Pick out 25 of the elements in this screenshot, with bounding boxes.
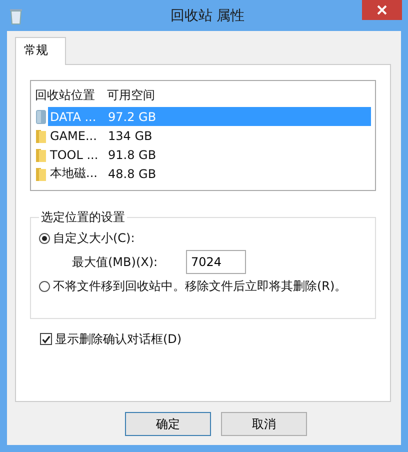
column-header[interactable]: 回收站位置 [35,87,107,104]
window-title: 回收站 属性 [169,6,245,24]
input-field[interactable]: 7024 [186,250,246,274]
folder-icon [35,166,47,182]
field-label: 最大值(MB)(X): [72,254,159,270]
folder-icon [35,146,47,162]
dialog-button[interactable]: 确定 [125,412,211,436]
group-title: 选定位置的设置 [40,209,126,226]
drive-icon [35,108,47,124]
tab[interactable]: 常规 [15,37,66,65]
option-label: 不将文件移到回收站中。移除文件后立即将其删除(R)。 [53,278,347,294]
folder-icon [35,128,47,144]
list-row[interactable]: TOOL ... 91.8 GB [48,145,371,164]
column-header[interactable]: 可用空间 [107,87,155,104]
list-row[interactable]: GAME... 134 GB [48,126,371,145]
list-row[interactable]: 本地磁... 48.8 GB [48,164,371,183]
radio-button[interactable] [39,232,50,244]
dialog-button[interactable]: 取消 [221,412,307,436]
close-icon [376,5,387,15]
option-label: 自定义大小(C): [53,230,135,246]
radio-button[interactable] [39,280,50,292]
recycle-bin-icon [9,6,23,24]
checkbox[interactable] [40,333,52,345]
close-button[interactable] [362,0,402,20]
checkbox-label: 显示删除确认对话框(D) [55,330,182,348]
